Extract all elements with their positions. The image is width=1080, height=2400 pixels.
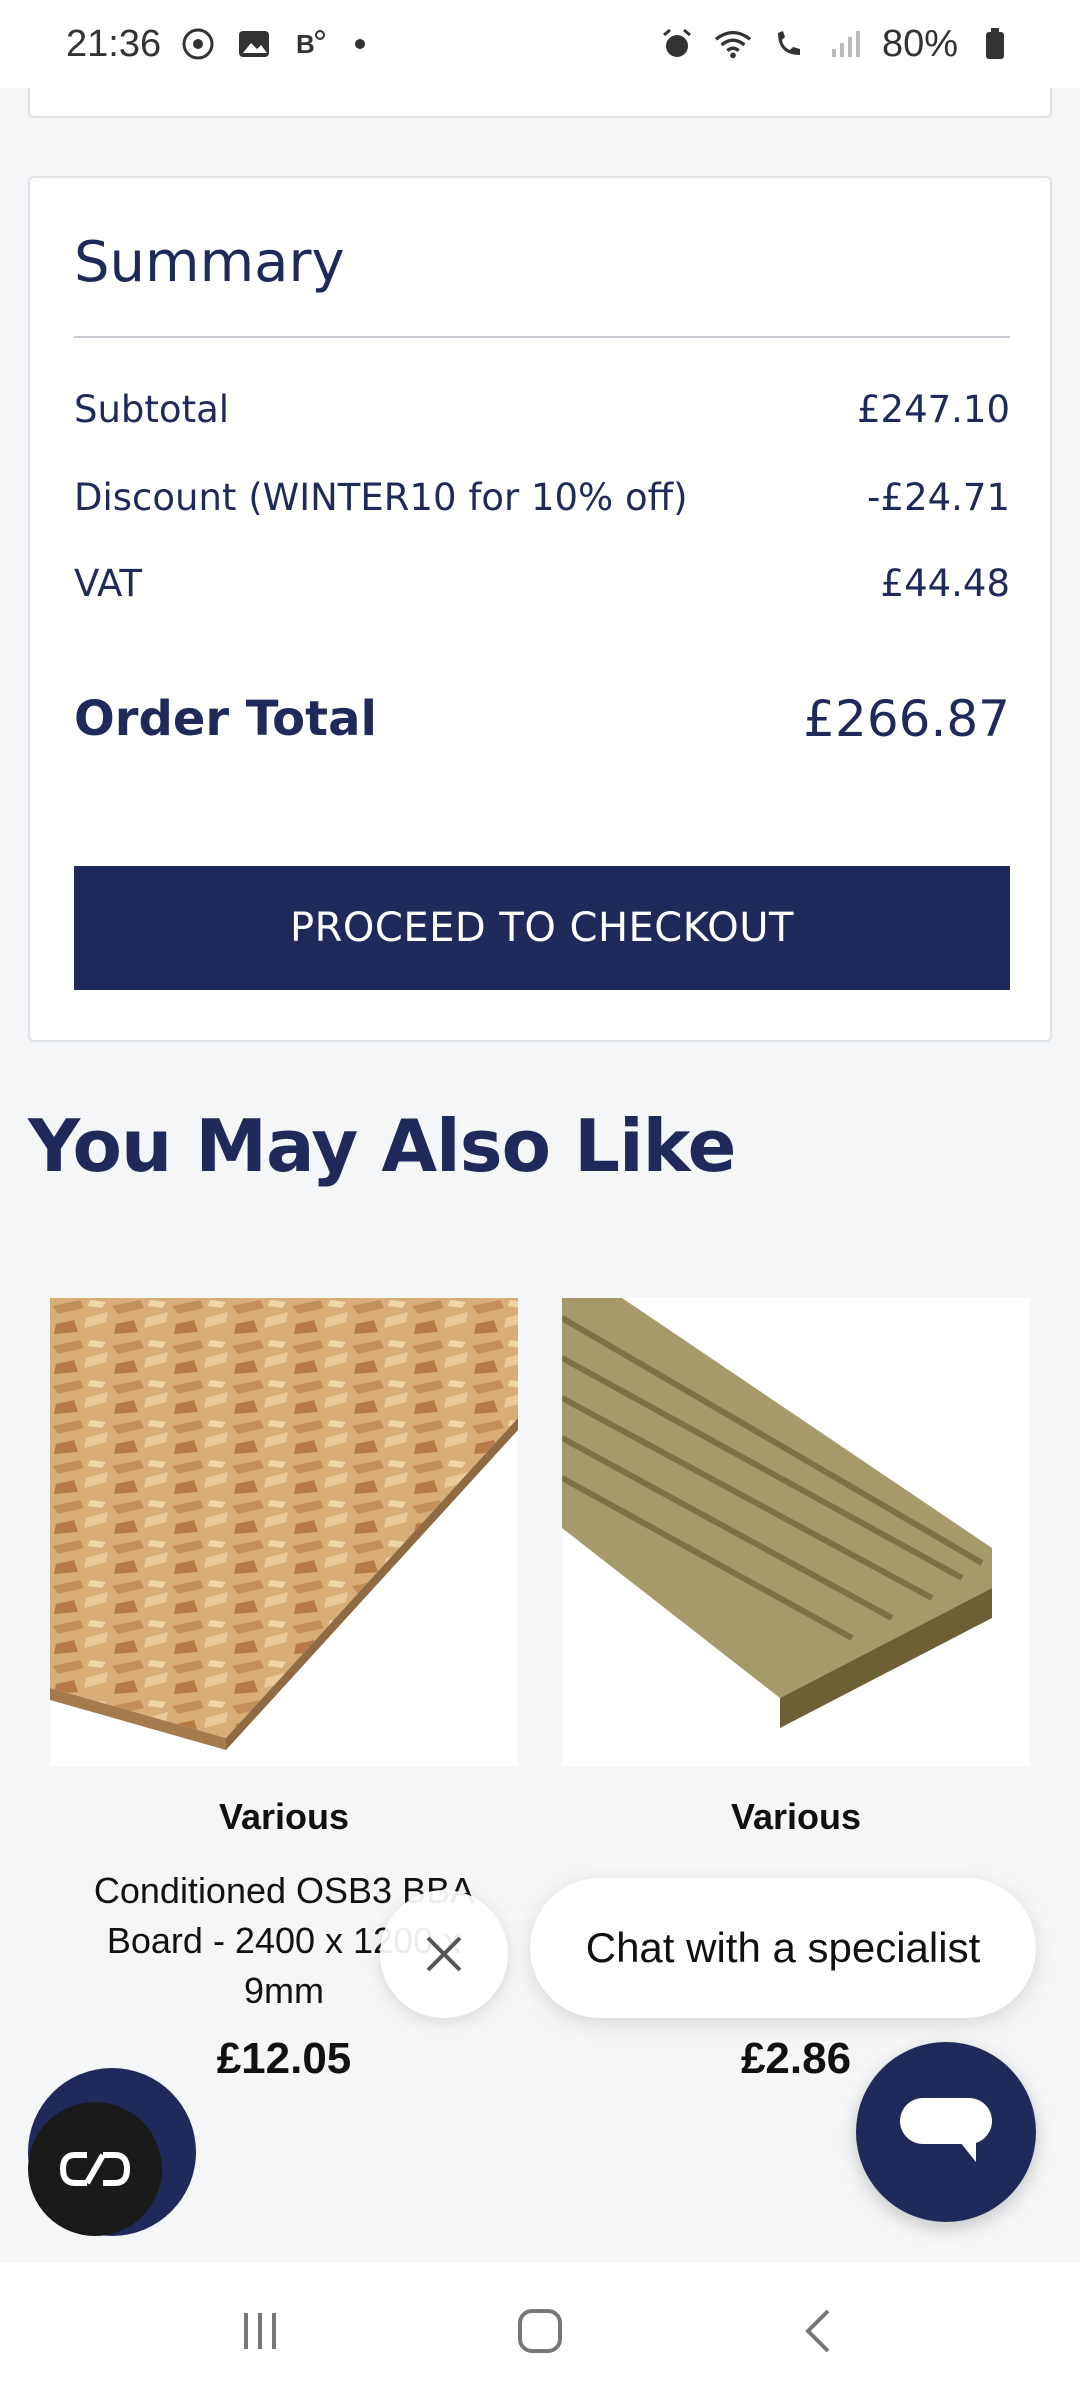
home-icon bbox=[518, 2309, 562, 2353]
home-button[interactable] bbox=[500, 2291, 580, 2371]
you-may-also-like-heading: You May Also Like bbox=[28, 1104, 736, 1188]
battery-icon bbox=[976, 25, 1014, 63]
signal-icon bbox=[826, 25, 864, 63]
status-bar: 21:36 B 80% bbox=[0, 0, 1080, 88]
battery-percent: 80% bbox=[881, 22, 958, 65]
discount-label: Discount (WINTER10 for 10% off) bbox=[74, 476, 688, 519]
system-nav-bar bbox=[0, 2262, 1080, 2400]
product-brand: Various bbox=[730, 1796, 862, 1837]
b-app-icon: B bbox=[291, 25, 329, 63]
vat-label: VAT bbox=[74, 562, 142, 605]
clock: 21:36 bbox=[66, 22, 162, 65]
subtotal-row: Subtotal £247.10 bbox=[74, 388, 1010, 431]
summary-card: Summary Subtotal £247.10 Discount (WINTE… bbox=[28, 176, 1052, 1042]
order-total-label: Order Total bbox=[74, 691, 377, 747]
status-right: 80% bbox=[658, 23, 1014, 66]
product-image-decking[interactable] bbox=[562, 1298, 1030, 1766]
subtotal-label: Subtotal bbox=[74, 388, 230, 431]
discount-value: -£24.71 bbox=[867, 476, 1010, 519]
chat-icon bbox=[900, 2098, 992, 2162]
gallery-icon bbox=[235, 25, 273, 63]
summary-divider bbox=[74, 336, 1010, 338]
chat-launcher-button[interactable] bbox=[856, 2042, 1036, 2222]
svg-text:B: B bbox=[296, 29, 315, 59]
chat-close-button[interactable] bbox=[380, 1890, 508, 2018]
chat-with-specialist-bubble[interactable]: Chat with a specialist bbox=[530, 1878, 1036, 2018]
close-icon bbox=[426, 1936, 462, 1972]
order-total-row: Order Total £266.87 bbox=[74, 690, 1010, 748]
back-button[interactable] bbox=[780, 2291, 860, 2371]
recents-icon bbox=[244, 2313, 276, 2349]
vat-value: £44.48 bbox=[880, 562, 1010, 605]
link-icon bbox=[59, 2152, 131, 2186]
subtotal-value: £247.10 bbox=[856, 388, 1010, 431]
vat-row: VAT £44.48 bbox=[74, 562, 1010, 605]
back-icon bbox=[805, 2309, 830, 2353]
face-icon bbox=[179, 25, 217, 63]
accessibility-widget-button[interactable] bbox=[28, 2102, 162, 2236]
wifi-icon bbox=[714, 25, 752, 63]
recents-button[interactable] bbox=[220, 2291, 300, 2371]
summary-title: Summary bbox=[74, 230, 345, 295]
status-left: 21:36 B bbox=[66, 22, 366, 66]
alarm-icon bbox=[658, 25, 696, 63]
notification-dot bbox=[355, 39, 366, 49]
product-brand: Various bbox=[218, 1796, 350, 1837]
order-total-value: £266.87 bbox=[803, 690, 1010, 748]
wifi-call-icon bbox=[770, 25, 808, 63]
product-image-osb[interactable] bbox=[50, 1298, 518, 1766]
proceed-to-checkout-button[interactable]: PROCEED TO CHECKOUT bbox=[74, 866, 1010, 990]
discount-row: Discount (WINTER10 for 10% off) -£24.71 bbox=[74, 476, 1010, 519]
